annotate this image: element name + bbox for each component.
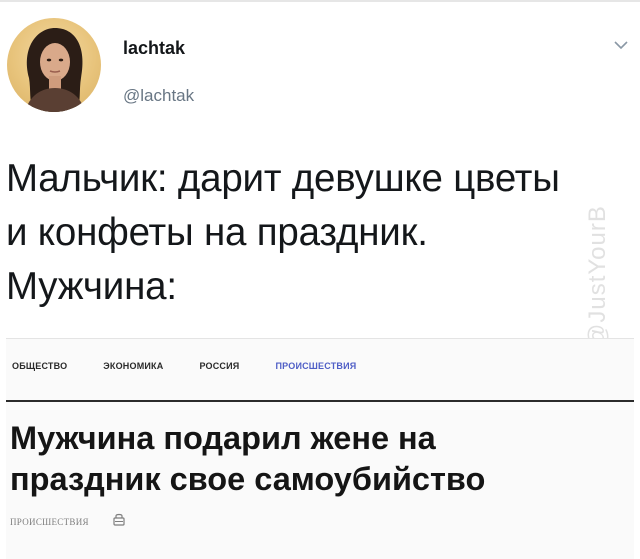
lock-icon	[113, 513, 125, 526]
divider	[6, 400, 634, 402]
category-russia[interactable]: РОССИЯ	[199, 361, 239, 371]
headline-line: праздник свое самоубийство	[10, 461, 486, 497]
tweet-line: и конфеты на праздник.	[6, 211, 428, 254]
author-name[interactable]: lachtak	[123, 38, 185, 59]
category-society[interactable]: ОБЩЕСТВО	[12, 361, 67, 371]
section-label[interactable]: ПРОИСШЕСТВИЯ	[10, 517, 89, 527]
chevron-down-icon[interactable]	[614, 40, 628, 50]
tweet-line: Мужчина:	[6, 265, 177, 308]
avatar-portrait-icon	[25, 28, 85, 112]
category-incidents[interactable]: ПРОИСШЕСТВИЯ	[275, 361, 356, 371]
news-headline[interactable]: Мужчина подарил жене на праздник свое са…	[10, 418, 636, 500]
headline-line: Мужчина подарил жене на	[10, 420, 436, 456]
tweet-text: Мальчик: дарит девушке цветы и конфеты н…	[6, 152, 638, 314]
category-economy[interactable]: ЭКОНОМИКА	[103, 361, 163, 371]
category-nav: ОБЩЕСТВО ЭКОНОМИКА РОССИЯ ПРОИСШЕСТВИЯ	[12, 361, 392, 371]
tweet-line: Мальчик: дарит девушке цветы	[6, 157, 560, 200]
avatar[interactable]	[7, 18, 101, 112]
top-border	[0, 0, 640, 2]
author-handle[interactable]: @lachtak	[123, 86, 194, 106]
